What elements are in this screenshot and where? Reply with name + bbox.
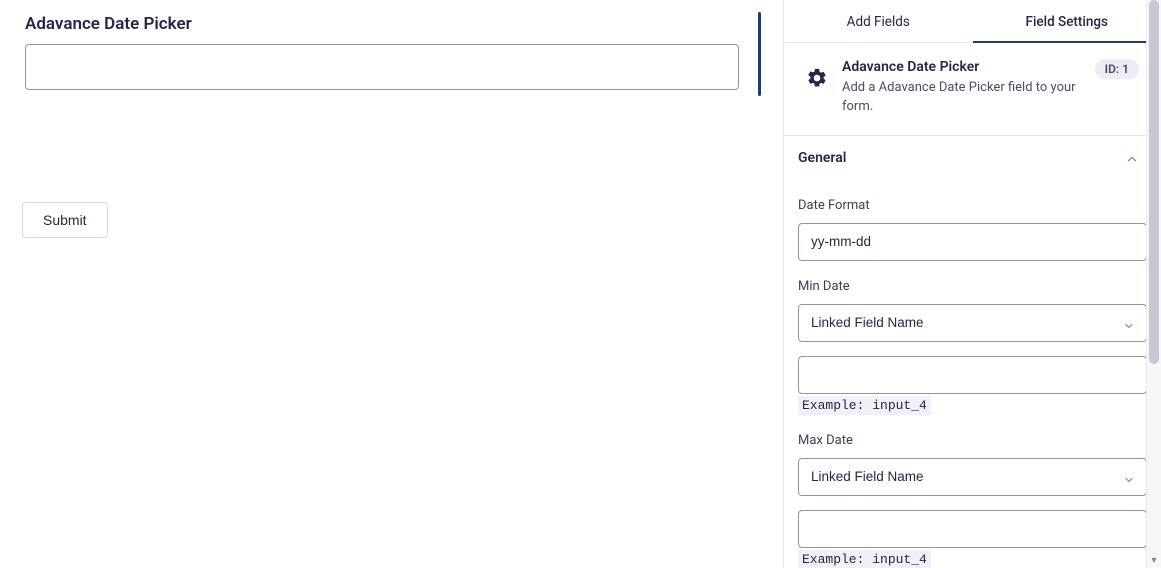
field-header-desc: Add a Adavance Date Picker field to your… [842, 79, 1081, 117]
min-date-linked-input[interactable] [798, 356, 1147, 394]
max-date-linked-input[interactable] [798, 510, 1147, 548]
settings-sidebar: Add Fields Field Settings Adavance Date … [783, 0, 1161, 568]
section-general-header[interactable]: General [784, 136, 1161, 180]
max-date-select[interactable]: Linked Field Name [798, 458, 1147, 496]
date-format-label: Date Format [798, 198, 1147, 213]
min-date-hint: Example: input_4 [798, 396, 931, 415]
chevron-up-icon [1125, 151, 1139, 165]
field-label: Adavance Date Picker [25, 14, 761, 34]
field-settings-header: Adavance Date Picker Add a Adavance Date… [784, 43, 1161, 136]
scrollbar-thumb[interactable] [1149, 0, 1159, 364]
form-preview-canvas: Adavance Date Picker Submit [0, 0, 783, 568]
scrollbar[interactable]: ▾ [1146, 0, 1161, 568]
gear-icon [806, 67, 828, 89]
tab-field-settings[interactable]: Field Settings [973, 0, 1161, 42]
submit-button[interactable]: Submit [22, 202, 108, 238]
min-date-select[interactable]: Linked Field Name [798, 304, 1147, 342]
scrollbar-down-arrow[interactable]: ▾ [1147, 555, 1161, 566]
min-date-label: Min Date [798, 279, 1147, 294]
section-general-title: General [798, 150, 846, 166]
max-date-label: Max Date [798, 433, 1147, 448]
date-picker-field-preview[interactable]: Adavance Date Picker [22, 12, 761, 96]
field-header-title: Adavance Date Picker [842, 59, 1081, 75]
tab-add-fields[interactable]: Add Fields [784, 0, 973, 42]
date-format-input[interactable] [798, 223, 1147, 261]
date-picker-input[interactable] [25, 44, 739, 90]
max-date-hint: Example: input_4 [798, 550, 931, 568]
field-id-badge: ID: 1 [1095, 59, 1139, 79]
sidebar-tabs: Add Fields Field Settings [784, 0, 1161, 43]
